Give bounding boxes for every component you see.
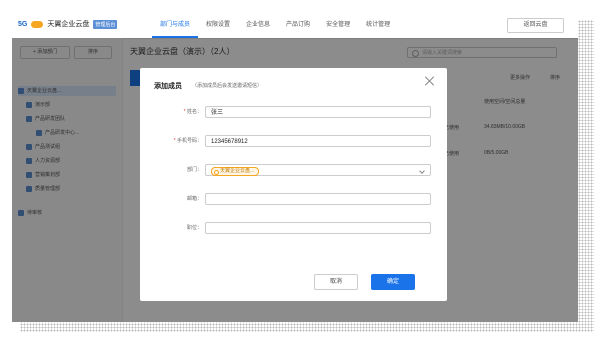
logo: 5G 天翼企业云盘 管理后台 [18,19,118,29]
nav-permissions[interactable]: 权限设置 [198,12,238,38]
dialog-title: 添加成员 [154,83,182,90]
nav-orders[interactable]: 产品订购 [278,12,318,38]
nav-statistics[interactable]: 统计管理 [358,12,398,38]
confirm-button[interactable]: 确定 [371,274,415,290]
email-field[interactable] [205,193,431,205]
app-name: 天翼企业云盘 [47,21,90,28]
chevron-down-icon [419,168,425,174]
admin-badge: 管理后台 [93,19,118,29]
department-label: 部门： [186,167,202,173]
cancel-button[interactable]: 取消 [314,274,358,290]
top-bar: 5G 天翼企业云盘 管理后台 部门与成员 权限设置 企业信息 产品订购 安全管理… [12,12,578,39]
phone-field[interactable]: 12345678912 [205,135,431,147]
department-select[interactable]: 天翼企业云盘... [205,164,431,176]
return-to-cloud-button[interactable]: 返回云盘 [507,18,564,33]
phone-label: * 手机号码： [173,138,202,144]
dialog-subtitle: （添加成员后会发送邀请短信） [192,83,263,89]
add-member-dialog: 添加成员 （添加成员后会发送邀请短信） * 姓名： 张三 * 手机号码： 123… [140,68,447,301]
main-nav: 部门与成员 权限设置 企业信息 产品订购 安全管理 统计管理 [152,12,398,38]
email-label: 邮箱： [186,196,202,202]
close-icon[interactable] [425,76,435,86]
department-tag[interactable]: 天翼企业云盘... [211,167,260,176]
nav-company-info[interactable]: 企业信息 [238,12,278,38]
nav-security[interactable]: 安全管理 [318,12,358,38]
name-label: * 姓名： [183,109,202,115]
name-field[interactable]: 张三 [205,106,431,118]
nav-departments[interactable]: 部门与成员 [152,12,199,38]
position-field[interactable] [205,222,431,234]
cloud-icon [31,20,44,28]
logo-5g: 5G [18,20,28,28]
app-window: 5G 天翼企业云盘 管理后台 部门与成员 权限设置 企业信息 产品订购 安全管理… [12,12,578,322]
position-label: 职位： [186,225,202,231]
